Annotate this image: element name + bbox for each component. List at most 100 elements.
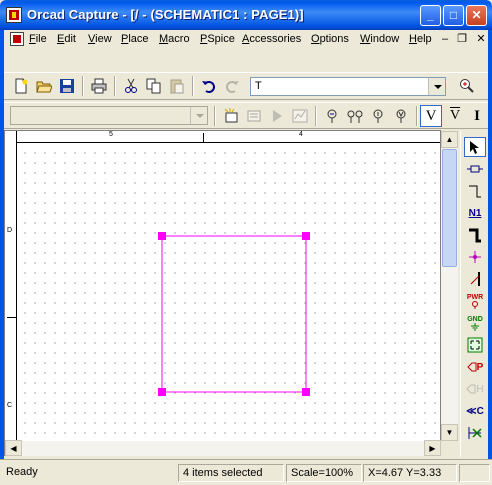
mdi-minimize-button[interactable]: – <box>438 32 452 46</box>
redo-icon[interactable] <box>221 75 243 97</box>
menu-accessories[interactable]: Accessories <box>242 33 301 45</box>
zoom-in-icon[interactable] <box>456 75 478 97</box>
menu-macro[interactable]: Macro <box>159 33 190 45</box>
place-bus-icon[interactable] <box>464 225 486 245</box>
scroll-down-arrow-icon[interactable]: ▼ <box>441 424 458 441</box>
power-label: PWR <box>466 293 484 301</box>
status-scale: Scale=100% <box>286 464 362 482</box>
ruler-label-5: 5 <box>109 131 113 138</box>
menu-edit[interactable]: Edit <box>57 33 76 45</box>
standard-toolbar: T <box>4 72 488 100</box>
menu-options[interactable]: Options <box>311 33 349 45</box>
selection-handle-bottom-right[interactable] <box>302 388 310 396</box>
edit-simulation-settings-icon[interactable] <box>243 105 265 127</box>
open-folder-icon[interactable] <box>33 75 55 97</box>
save-icon[interactable] <box>56 75 78 97</box>
menu-window[interactable]: Window <box>360 33 399 45</box>
chevron-down-icon[interactable] <box>190 107 207 124</box>
title-bar: Orcad Capture - [/ - (SCHEMATIC1 : PAGE1… <box>0 0 492 30</box>
undo-icon[interactable] <box>198 75 220 97</box>
simulation-toolbar: V V I <box>4 102 488 129</box>
new-file-icon[interactable] <box>10 75 32 97</box>
selection-overlay <box>158 232 310 396</box>
toolbar-separator <box>114 76 116 96</box>
orcad-app-icon[interactable] <box>6 7 22 23</box>
part-search-combo[interactable]: T <box>250 77 446 96</box>
place-no-connect-icon[interactable] <box>464 423 486 443</box>
status-selection-count: 4 items selected <box>178 464 284 482</box>
toolbar-separator <box>214 106 216 126</box>
maximize-button[interactable]: □ <box>443 5 464 26</box>
print-icon[interactable] <box>88 75 110 97</box>
place-power-icon[interactable]: PWR <box>464 291 486 311</box>
scroll-up-arrow-icon[interactable]: ▲ <box>441 131 458 148</box>
document-system-icon[interactable] <box>10 32 24 46</box>
mdi-restore-button[interactable]: ❐ <box>455 32 469 46</box>
toolbar-separator <box>82 76 84 96</box>
enable-bias-voltage-display-button[interactable]: V <box>420 105 442 127</box>
status-coordinates: X=4.67 Y=3.33 <box>363 464 457 482</box>
status-extra <box>459 464 490 482</box>
copy-icon[interactable] <box>143 75 165 97</box>
scroll-corner <box>441 441 458 456</box>
vertical-scroll-thumb[interactable] <box>442 149 457 267</box>
select-arrow-icon[interactable] <box>464 137 486 157</box>
simulation-profile-combo[interactable] <box>10 106 208 125</box>
horizontal-scrollbar[interactable]: ◀ ▶ <box>5 440 441 456</box>
run-simulation-icon[interactable] <box>266 105 288 127</box>
voltage-differential-markers-icon[interactable] <box>344 105 366 127</box>
chevron-down-icon[interactable] <box>428 78 445 95</box>
ruler-label-4: 4 <box>299 131 303 138</box>
view-simulation-results-icon[interactable] <box>289 105 311 127</box>
paste-icon[interactable] <box>166 75 188 97</box>
cut-icon[interactable] <box>120 75 142 97</box>
place-hier-pin-icon[interactable]: H <box>464 379 486 399</box>
mdi-close-button[interactable]: ✕ <box>474 32 488 46</box>
status-bar: Ready 4 items selected Scale=100% X=4.67… <box>0 459 492 485</box>
place-ground-icon[interactable]: GND <box>464 313 486 333</box>
enable-bias-voltage-differential-button[interactable]: V <box>444 105 466 127</box>
left-border-ruler: D C <box>5 131 17 441</box>
part-search-value: T <box>255 80 262 92</box>
selection-handle-bottom-left[interactable] <box>158 388 166 396</box>
place-net-alias-icon[interactable]: N1 <box>464 203 486 223</box>
current-marker-icon[interactable] <box>367 105 389 127</box>
place-off-page-connector-icon[interactable]: ≪ C <box>464 401 486 421</box>
top-border-ruler: 5 4 <box>5 131 440 143</box>
window-title: Orcad Capture - [/ - (SCHEMATIC1 : PAGE1… <box>27 7 304 22</box>
off-page-label: C <box>476 405 484 417</box>
voltage-level-marker-icon[interactable] <box>321 105 343 127</box>
place-part-icon[interactable] <box>464 159 486 179</box>
new-simulation-profile-icon[interactable] <box>220 105 242 127</box>
toolbar-separator <box>416 106 418 126</box>
selected-rectangle[interactable] <box>161 235 307 393</box>
place-port-icon[interactable]: P <box>464 357 486 377</box>
scroll-right-arrow-icon[interactable]: ▶ <box>424 440 441 456</box>
menu-file[interactable]: File <box>29 33 47 45</box>
place-junction-icon[interactable] <box>464 247 486 267</box>
power-dissipation-marker-icon[interactable] <box>390 105 412 127</box>
close-button[interactable]: ✕ <box>466 5 487 26</box>
enable-bias-current-display-button[interactable]: I <box>466 105 488 127</box>
toolbar-separator <box>315 106 317 126</box>
menu-pspice[interactable]: PSpice <box>200 33 235 45</box>
toolbar-separator <box>192 76 194 96</box>
place-bus-entry-icon[interactable] <box>464 269 486 289</box>
ground-label: GND <box>467 315 483 323</box>
minimize-button[interactable]: _ <box>420 5 441 26</box>
hier-pin-label: H <box>476 383 484 395</box>
menu-view[interactable]: View <box>88 33 112 45</box>
selection-handle-top-right[interactable] <box>302 232 310 240</box>
selection-handle-top-left[interactable] <box>158 232 166 240</box>
menu-place[interactable]: Place <box>121 33 149 45</box>
schematic-canvas[interactable] <box>18 144 440 441</box>
scroll-left-arrow-icon[interactable]: ◀ <box>5 440 22 456</box>
status-ready: Ready <box>6 466 38 478</box>
menu-help[interactable]: Help <box>409 33 432 45</box>
port-label: P <box>476 361 484 373</box>
vertical-scrollbar[interactable]: ▲ ▼ <box>441 131 458 441</box>
place-wire-icon[interactable] <box>464 181 486 201</box>
place-hierarchical-block-icon[interactable] <box>464 335 486 355</box>
draw-tool-palette: N1 PWR GND P H ≪ C <box>460 131 488 457</box>
menu-bar: File Edit View Place Macro PSpice Access… <box>4 30 488 49</box>
